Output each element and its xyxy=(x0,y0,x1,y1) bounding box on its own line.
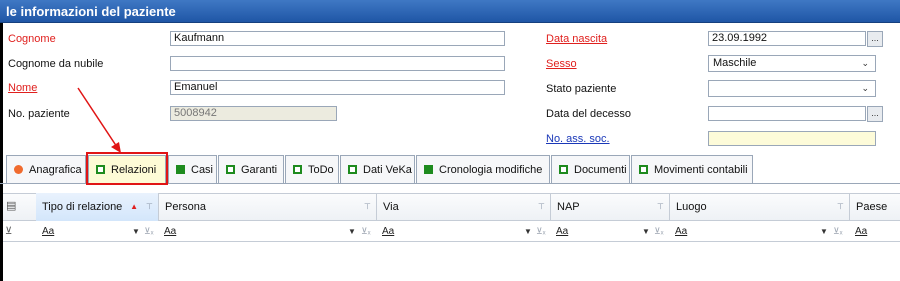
tab-dati-veka[interactable]: Dati VeKa xyxy=(340,155,415,183)
data-decesso-field[interactable] xyxy=(708,106,866,121)
dropdown-arrow-icon[interactable]: ▼ xyxy=(348,227,356,236)
tab-label: ToDo xyxy=(308,163,334,176)
filter-operator[interactable]: Aa xyxy=(855,226,867,237)
green-square-outline-icon xyxy=(639,165,648,174)
filter-row-icon: ⊻ xyxy=(5,226,13,237)
column-header-label: Tipo di relazione xyxy=(42,201,123,213)
sesso-select[interactable]: Maschile ⌄ xyxy=(708,55,876,72)
ass-soc-field[interactable] xyxy=(708,131,876,146)
orange-dot-icon xyxy=(14,165,23,174)
nome-field[interactable]: Emanuel xyxy=(170,80,505,95)
tab-label: Anagrafica xyxy=(29,163,82,176)
filter-cell-nap[interactable]: Aa ▼ ⊻ₓ xyxy=(556,223,670,241)
tab-label: Casi xyxy=(191,163,214,176)
clear-filter-icon[interactable]: ⊻ₓ xyxy=(361,226,371,237)
filter-operator[interactable]: Aa xyxy=(556,226,568,237)
cognome-nubile-field[interactable] xyxy=(170,56,505,71)
column-header-luogo[interactable]: Luogo ⊤ xyxy=(670,193,850,221)
clear-filter-icon[interactable]: ⊻ₓ xyxy=(144,226,154,237)
pin-icon[interactable]: ⊤ xyxy=(657,202,664,211)
tab-garanti[interactable]: Garanti xyxy=(218,155,284,183)
column-header-paese[interactable]: Paese xyxy=(850,193,900,221)
nome-label[interactable]: Nome xyxy=(8,82,37,94)
stato-paziente-label: Stato paziente xyxy=(546,83,617,95)
column-header-nap[interactable]: NAP ⊤ xyxy=(551,193,670,221)
sort-ascending-icon: ▲ xyxy=(130,202,138,211)
tab-label: Documenti xyxy=(574,163,627,176)
data-nascita-field[interactable]: 23.09.1992 xyxy=(708,31,866,46)
pin-icon[interactable]: ⊤ xyxy=(837,202,844,211)
data-nascita-picker-button[interactable]: ... xyxy=(867,31,883,47)
tab-cronologia-modifiche[interactable]: Cronologia modifiche xyxy=(416,155,550,183)
clear-filter-icon[interactable]: ⊻ₓ xyxy=(654,226,664,237)
filter-operator[interactable]: Aa xyxy=(382,226,394,237)
column-header-via[interactable]: Via ⊤ xyxy=(377,193,551,221)
cognome-label: Cognome xyxy=(8,33,56,45)
cognome-field[interactable]: Kaufmann xyxy=(170,31,505,46)
ass-soc-label[interactable]: No. ass. soc. xyxy=(546,133,610,145)
pin-icon[interactable]: ⊤ xyxy=(364,202,371,211)
tab-label: Garanti xyxy=(241,163,278,176)
column-header-persona[interactable]: Persona ⊤ xyxy=(159,193,377,221)
filter-cell-paese[interactable]: Aa xyxy=(855,223,900,241)
data-decesso-picker-button[interactable]: ... xyxy=(867,106,883,122)
clear-filter-icon[interactable]: ⊻ₓ xyxy=(833,226,843,237)
chevron-down-icon: ⌄ xyxy=(861,58,869,68)
tab-casi[interactable]: Casi xyxy=(168,155,217,183)
tab-documenti[interactable]: Documenti xyxy=(551,155,630,183)
filter-cell-luogo[interactable]: Aa ▼ ⊻ₓ xyxy=(675,223,850,241)
column-header-label: NAP xyxy=(557,201,580,213)
sesso-select-value: Maschile xyxy=(713,57,757,69)
dropdown-arrow-icon[interactable]: ▼ xyxy=(820,227,828,236)
tab-label: Movimenti contabili xyxy=(654,163,748,176)
green-square-filled-icon xyxy=(424,165,433,174)
filter-cell-persona[interactable]: Aa ▼ ⊻ₓ xyxy=(164,223,377,241)
green-square-outline-icon xyxy=(226,165,235,174)
tab-label: Cronologia modifiche xyxy=(439,163,543,176)
tab-todo[interactable]: ToDo xyxy=(285,155,339,183)
filter-cell-tipo-relazione[interactable]: Aa ▼ ⊻ₓ xyxy=(42,223,159,241)
window-title: le informazioni del paziente xyxy=(6,4,176,19)
window-left-border xyxy=(0,23,3,281)
chevron-down-icon: ⌄ xyxy=(861,83,869,93)
sesso-label[interactable]: Sesso xyxy=(546,58,577,70)
green-square-outline-icon xyxy=(348,165,357,174)
tab-label: Dati VeKa xyxy=(363,163,412,176)
column-header-label: Persona xyxy=(165,201,206,213)
column-header-label: Luogo xyxy=(676,201,707,213)
window-title-bar: le informazioni del paziente xyxy=(0,0,900,23)
stato-paziente-select[interactable]: ⌄ xyxy=(708,80,876,97)
dropdown-arrow-icon[interactable]: ▼ xyxy=(132,227,140,236)
filter-operator[interactable]: Aa xyxy=(675,226,687,237)
filter-operator[interactable]: Aa xyxy=(42,226,54,237)
tab-movimenti-contabili[interactable]: Movimenti contabili xyxy=(631,155,753,183)
highlight-box xyxy=(86,152,168,185)
no-paziente-field: 5008942 xyxy=(170,106,337,121)
data-decesso-label: Data del decesso xyxy=(546,108,631,120)
no-paziente-label: No. paziente xyxy=(8,108,70,120)
pin-icon[interactable]: ⊤ xyxy=(146,202,153,211)
green-square-outline-icon xyxy=(559,165,568,174)
column-header-label: Via xyxy=(383,201,399,213)
cognome-nubile-label: Cognome da nubile xyxy=(8,58,104,70)
filter-cell-via[interactable]: Aa ▼ ⊻ₓ xyxy=(382,223,551,241)
clear-filter-icon[interactable]: ⊻ₓ xyxy=(536,226,546,237)
dropdown-arrow-icon[interactable]: ▼ xyxy=(642,227,650,236)
data-nascita-label[interactable]: Data nascita xyxy=(546,33,607,45)
column-header-tipo-relazione[interactable]: Tipo di relazione ▲ ⊤ xyxy=(36,193,159,221)
pin-icon[interactable]: ⊤ xyxy=(538,202,545,211)
tab-anagrafica[interactable]: Anagrafica xyxy=(6,155,86,183)
column-chooser-icon[interactable]: ▤ xyxy=(6,199,20,213)
dropdown-arrow-icon[interactable]: ▼ xyxy=(524,227,532,236)
filter-operator[interactable]: Aa xyxy=(164,226,176,237)
column-header-label: Paese xyxy=(856,201,888,213)
green-square-filled-icon xyxy=(176,165,185,174)
green-square-outline-icon xyxy=(293,165,302,174)
